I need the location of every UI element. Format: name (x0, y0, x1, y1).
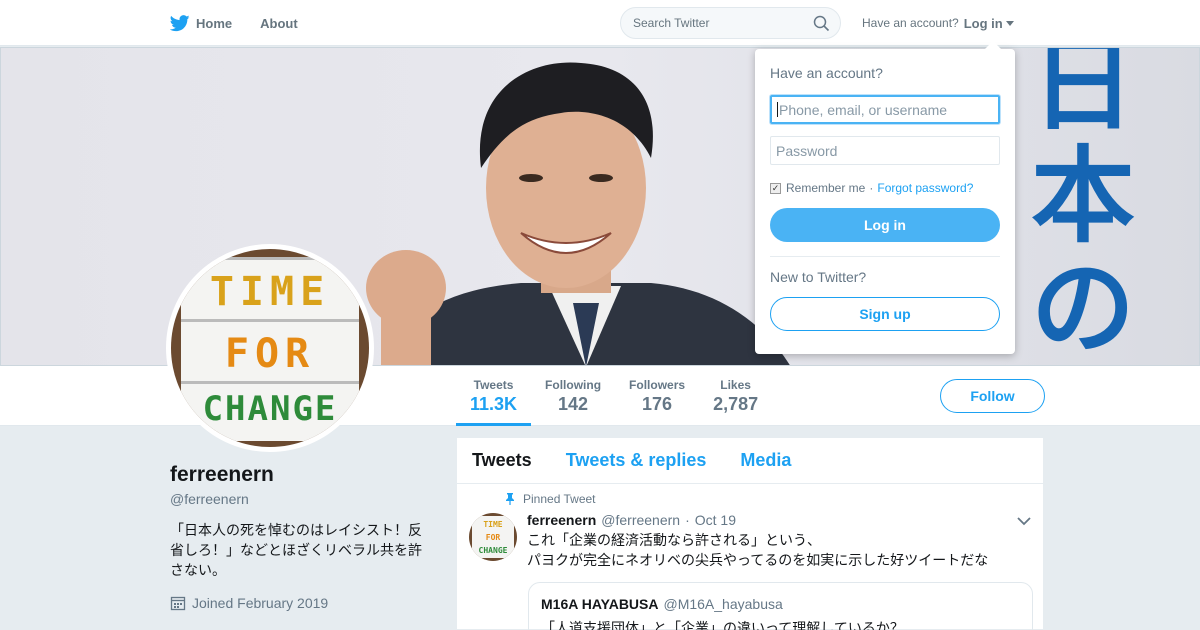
mini-row: TIME (483, 520, 503, 529)
lightbox-row: TIME (209, 269, 331, 315)
stat-value: 11.3K (470, 394, 518, 414)
joined-label: Joined February 2019 (192, 595, 329, 611)
lightbox-divider (181, 319, 359, 322)
tweet-avatar-image: TIME FOR CHANGE (472, 516, 514, 558)
profile-avatar[interactable]: TIME FOR CHANGE (166, 244, 374, 452)
avatar-image: TIME FOR CHANGE (171, 249, 369, 447)
login-link-label: Log in (963, 15, 1003, 31)
remember-row: ✓ Remember me · Forgot password? (770, 181, 1000, 195)
search-icon[interactable] (813, 15, 830, 32)
stat-likes[interactable]: Likes 2,787 (699, 366, 772, 426)
stat-value: 176 (642, 394, 673, 414)
nav-left: Home About (170, 0, 326, 46)
lightbox-divider (181, 257, 359, 260)
lightbox-sign: TIME FOR CHANGE (181, 257, 359, 441)
mini-row: CHANGE (478, 546, 508, 555)
tweet-text-line: これ「企業の経済活動なら許される」という、 (527, 533, 821, 549)
forgot-password-link[interactable]: Forgot password? (877, 181, 973, 195)
signup-button[interactable]: Sign up (770, 297, 1000, 331)
stat-followers[interactable]: Followers 176 (615, 366, 699, 426)
account-area: Have an account? Log in (862, 0, 1014, 46)
tweet-date[interactable]: Oct 19 (695, 512, 736, 528)
calendar-icon (170, 596, 186, 611)
profile-stats: Tweets 11.3K Following 142 Followers 176… (456, 366, 772, 426)
joined-date: Joined February 2019 (170, 595, 328, 611)
kanji-line: の (1030, 247, 1135, 366)
stat-label: Likes (720, 378, 751, 392)
login-dropdown-toggle[interactable]: Log in (964, 16, 1014, 31)
login-dropdown: Have an account? Phone, email, or userna… (755, 41, 1015, 354)
login-title: Have an account? (770, 65, 883, 81)
profile-bio: 「日本人の死を悼むのはレイシスト！反省しろ！」などとほざくリベラル共を許さない。 (170, 523, 422, 579)
password-placeholder: Password (776, 142, 838, 159)
nav-home[interactable]: Home (170, 14, 233, 32)
nav-about[interactable]: About (260, 16, 298, 31)
nav-about-label: About (260, 15, 298, 31)
quoted-author-name: M16A HAYABUSA (541, 596, 659, 612)
kanji-line: 本 (1030, 135, 1135, 257)
text-cursor (777, 102, 778, 117)
chevron-down-icon[interactable] (1017, 516, 1031, 526)
stat-label: Following (545, 378, 602, 392)
search-placeholder: Search Twitter (633, 16, 710, 30)
dropdown-divider (770, 256, 1000, 257)
remember-label[interactable]: Remember me (786, 181, 865, 195)
kanji-line: 日 (1030, 47, 1135, 145)
tweet-dot: · (685, 512, 690, 528)
stat-following[interactable]: Following 142 (531, 366, 615, 426)
account-prompt: Have an account? (862, 16, 959, 30)
password-field[interactable]: Password (770, 136, 1000, 165)
login-button[interactable]: Log in (770, 208, 1000, 242)
top-nav: Home About Search Twitter Have an accoun… (0, 0, 1200, 46)
quoted-tweet-header: M16A HAYABUSA @M16A_hayabusa (541, 596, 1020, 612)
tab-tweets[interactable]: Tweets (472, 450, 532, 471)
mini-row: FOR (485, 533, 501, 542)
pinned-label: Pinned Tweet (523, 492, 596, 506)
caret-down-icon (1005, 20, 1014, 26)
stat-value: 142 (558, 394, 589, 414)
lightbox-row: CHANGE (202, 389, 338, 429)
tweet-text: これ「企業の経済活動なら許される」という、 パヨクが完全にネオリベの尖兵やってる… (527, 531, 1027, 571)
quoted-tweet-text: 「人道支援団体」と「企業」の違いって理解しているか？ (541, 621, 904, 630)
username-field[interactable]: Phone, email, or username (770, 95, 1000, 124)
profile-handle[interactable]: @ferreenern (170, 491, 249, 507)
pin-icon (506, 493, 514, 505)
remember-checkbox[interactable]: ✓ (770, 182, 781, 194)
stat-tweets[interactable]: Tweets 11.3K (456, 366, 532, 426)
timeline: Tweets Tweets & replies Media Pinned Twe… (456, 437, 1044, 630)
search-input[interactable]: Search Twitter (620, 7, 841, 39)
profile-name[interactable]: ferreenern (170, 463, 274, 487)
tweet-avatar[interactable]: TIME FOR CHANGE (469, 513, 517, 561)
new-to-twitter-label: New to Twitter? (770, 269, 867, 285)
follow-button[interactable]: Follow (940, 379, 1045, 413)
quoted-tweet[interactable]: M16A HAYABUSA @M16A_hayabusa 「人道支援団体」と「企… (528, 582, 1033, 630)
remember-separator: · (869, 181, 874, 195)
lightbox-row: FOR (224, 331, 316, 377)
twitter-bird-icon (170, 14, 190, 31)
quoted-author-handle: @M16A_hayabusa (663, 596, 783, 612)
pinned-indicator: Pinned Tweet (505, 492, 596, 506)
nav-home-label: Home (196, 15, 233, 31)
tab-media[interactable]: Media (740, 450, 791, 471)
lightbox-divider (181, 381, 359, 384)
stat-label: Tweets (473, 378, 514, 392)
tweet-text-line: パヨクが完全にネオリベの尖兵やってるのを如実に示した好ツイートだな (527, 553, 989, 569)
banner-kanji: 日 本 の 明 (1023, 47, 1143, 366)
stat-value: 2,787 (713, 394, 759, 414)
tab-tweets-replies[interactable]: Tweets & replies (566, 450, 707, 471)
tweet-author-name[interactable]: ferreenern (527, 512, 596, 528)
timeline-tabs: Tweets Tweets & replies Media (457, 438, 1043, 484)
username-placeholder: Phone, email, or username (779, 101, 948, 118)
stat-label: Followers (629, 378, 686, 392)
tweet-header: ferreenern @ferreenern · Oct 19 (527, 512, 736, 528)
tweet-author-handle[interactable]: @ferreenern (601, 512, 680, 528)
